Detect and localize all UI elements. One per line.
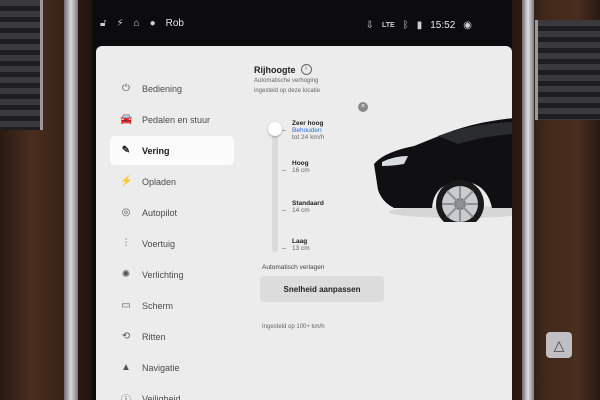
sidebar-item-ritten[interactable]: ⟲ Ritten	[110, 322, 234, 351]
sidebar-item-label: Voertuig	[142, 238, 176, 249]
status-bar: 🔓︎ ⚡︎ ⌂ ● Rob ⇩ LTE ᛒ ▮ 15:52 ◉	[92, 0, 512, 46]
air-vent-left	[0, 0, 43, 130]
auto-raise-location-text: ingesteld op deze locatie	[254, 88, 321, 94]
level-high[interactable]: Hoog 16 cm	[292, 160, 310, 174]
slider-tick	[282, 248, 286, 249]
sidebar-item-label: Navigatie	[142, 362, 180, 373]
close-icon[interactable]: ×	[358, 102, 368, 112]
sidebar-item-label: Vering	[142, 145, 170, 156]
lock-icon[interactable]: 🔓︎	[100, 18, 106, 29]
user-icon: ●	[149, 18, 156, 29]
car-icon: 🚘	[120, 114, 133, 125]
level-very-high[interactable]: Zeer hoog Behouden tot 24 km/h	[292, 120, 324, 141]
signal-icon: ▮	[416, 20, 423, 31]
slider-track[interactable]	[272, 122, 278, 252]
wrench-icon: ✎	[121, 145, 131, 156]
sidebar-item-verlichting[interactable]: ✺ Verlichting	[110, 260, 234, 289]
sidebar-item-label: Opladen	[142, 176, 177, 187]
sidebar-item-label: Verlichting	[142, 269, 184, 280]
info-icon[interactable]: i	[300, 64, 312, 75]
bolt-icon: ⚡	[120, 176, 133, 187]
hazard-icon: △	[553, 336, 565, 353]
toggle-icon: ⏻	[122, 83, 130, 94]
download-icon[interactable]: ⇩	[366, 20, 374, 31]
sidebar-item-scherm[interactable]: ▭ Scherm	[110, 291, 234, 320]
level-standard[interactable]: Standaard 14 cm	[292, 200, 324, 214]
steering-wheel-icon: ◎	[121, 207, 131, 218]
sidebar-item-label: Bediening	[142, 83, 183, 94]
sidebar-item-bediening[interactable]: ⏻ Bediening	[110, 74, 234, 103]
sidebar-item-label: Autopilot	[142, 207, 178, 218]
brand-logo-icon: ◉	[463, 20, 472, 31]
auto-raise-text: Automatische verhoging	[254, 78, 319, 84]
clock: 15:52	[430, 20, 456, 31]
sidebar-item-label: Ritten	[142, 331, 166, 342]
slider-tick	[282, 130, 286, 131]
safety-icon: ⓘ	[120, 391, 132, 400]
settings-sidebar: ⏻ Bediening 🚘 Pedalen en stuur ✎ Vering ⚡ Oplad…	[110, 74, 234, 400]
sidebar-item-label: Scherm	[142, 300, 174, 311]
sidebar-item-pedalen-en-stuur[interactable]: 🚘 Pedalen en stuur	[110, 105, 234, 134]
sidebar-item-vering[interactable]: ✎ Vering	[110, 136, 234, 165]
navigation-icon: ▲	[121, 362, 131, 373]
auto-lower-label: Automatisch verlagen	[262, 264, 325, 271]
chrome-trim-left	[64, 0, 78, 400]
adjust-speed-button[interactable]: Snelheid aanpassen	[260, 276, 384, 302]
sliders-icon: ⫶	[124, 238, 128, 249]
hazard-button[interactable]: △	[546, 332, 572, 358]
user-name[interactable]: Rob	[166, 18, 184, 29]
screen-icon: ▭	[121, 300, 131, 311]
touchscreen: 🔓︎ ⚡︎ ⌂ ● Rob ⇩ LTE ᛒ ▮ 15:52 ◉ ⏻ Bedieni…	[92, 0, 512, 400]
sidebar-item-autopilot[interactable]: ◎ Autopilot	[110, 198, 234, 227]
sidebar-item-veiligheid[interactable]: ⓘ Veiligheid	[110, 384, 234, 400]
ride-height-slider[interactable]	[268, 122, 286, 252]
slider-handle[interactable]	[268, 122, 282, 136]
air-vent-right	[535, 20, 600, 120]
ride-height-title: Rijhoogte	[254, 64, 296, 75]
trips-icon: ⟲	[121, 331, 131, 342]
sidebar-item-label: Veiligheid	[142, 393, 181, 400]
sidebar-item-navigatie[interactable]: ▲ Navigatie	[110, 353, 234, 382]
settings-panel: ⏻ Bediening 🚘 Pedalen en stuur ✎ Vering ⚡ Oplad…	[96, 46, 512, 400]
sidebar-item-opladen[interactable]: ⚡ Opladen	[110, 167, 234, 196]
lower-speed-note: Ingesteld op 100+ km/h	[262, 324, 325, 330]
car-image	[374, 118, 512, 222]
home-icon[interactable]: ⌂	[134, 18, 140, 29]
slider-tick	[282, 210, 286, 211]
light-icon: ✺	[121, 269, 131, 280]
sidebar-item-voertuig[interactable]: ⫶ Voertuig	[110, 229, 234, 258]
suspension-content: Rijhoogte i Automatische verhoging inges…	[254, 64, 512, 400]
sidebar-item-label: Pedalen en stuur	[142, 114, 211, 125]
network-label: LTE	[382, 22, 395, 29]
level-low[interactable]: Laag 13 cm	[292, 238, 310, 252]
chrome-trim-right	[522, 0, 534, 400]
slider-tick	[282, 170, 286, 171]
bluetooth-icon[interactable]: ᛒ	[403, 20, 409, 31]
bolt-icon[interactable]: ⚡︎	[116, 18, 123, 29]
